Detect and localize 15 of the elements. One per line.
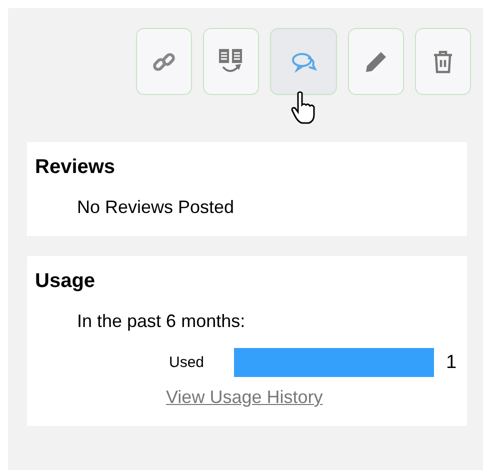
section-title: Reviews: [35, 156, 116, 179]
speech-bubbles-icon: [290, 50, 316, 72]
hand-cursor-icon: [291, 91, 317, 125]
trash-icon: [433, 50, 453, 74]
delete-button[interactable]: [415, 28, 471, 95]
link-button[interactable]: [136, 28, 192, 95]
section-title: Usage: [35, 270, 96, 293]
copy-button[interactable]: [203, 28, 259, 95]
bar-label: Used: [169, 354, 206, 371]
pencil-icon: [364, 50, 388, 74]
edit-button[interactable]: [348, 28, 404, 95]
empty-message: No Reviews Posted: [77, 197, 236, 218]
usage-history-link[interactable]: View Usage History: [166, 387, 323, 407]
period-text: In the past 6 months:: [77, 311, 246, 332]
bar-value: 1: [446, 352, 457, 374]
